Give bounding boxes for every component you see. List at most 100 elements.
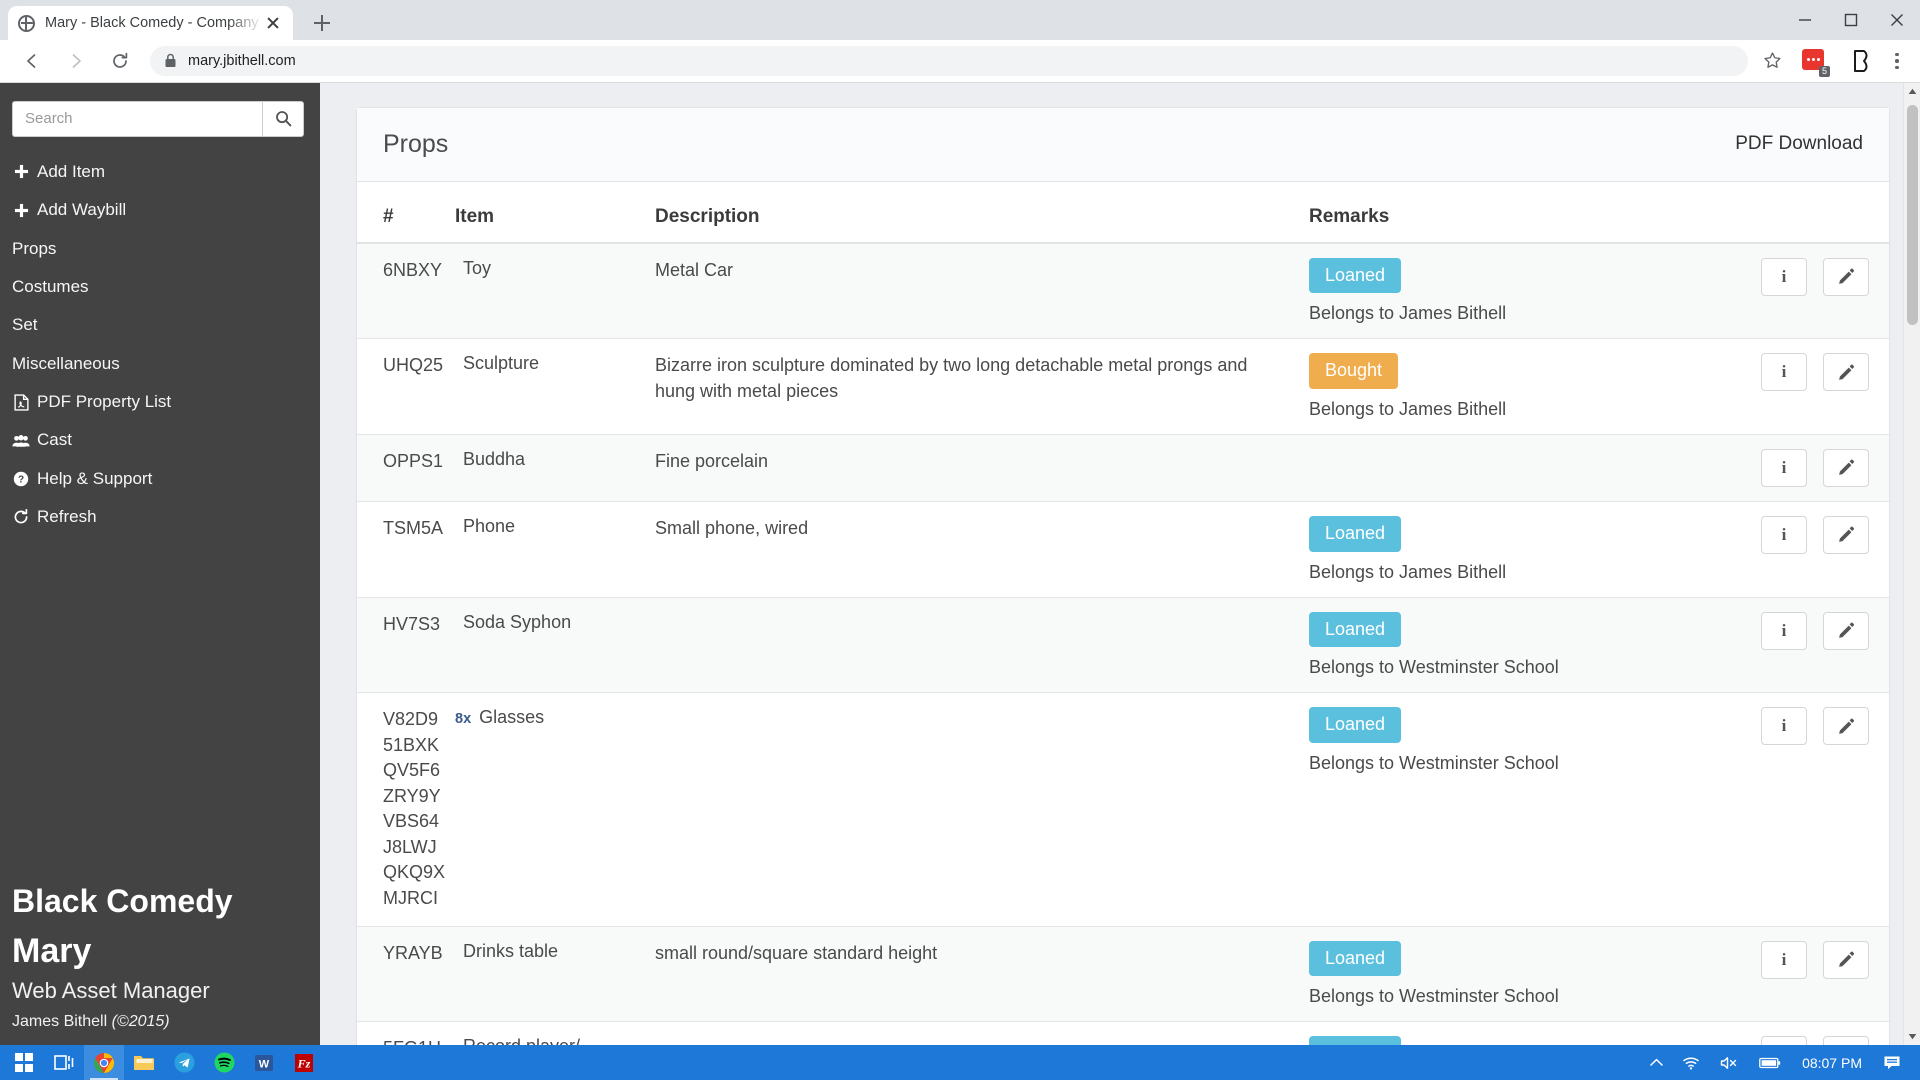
browser-tab[interactable]: Mary - Black Comedy - Company <box>8 6 293 40</box>
pencil-icon <box>1838 951 1854 967</box>
chrome-icon <box>93 1052 115 1073</box>
item-ids: 6NBXY <box>383 259 443 280</box>
taskbar: W Fz 08:07 PM <box>0 1045 1920 1080</box>
forward-arrow-icon[interactable] <box>59 44 93 78</box>
reload-icon[interactable] <box>103 44 137 78</box>
search-input[interactable] <box>12 100 262 137</box>
start-button[interactable] <box>4 1045 44 1080</box>
telegram-icon <box>174 1052 194 1073</box>
edit-button[interactable] <box>1823 707 1869 746</box>
bookmark-star-icon[interactable] <box>1758 47 1786 75</box>
item-description: Small phone, wired <box>655 517 809 538</box>
clock[interactable]: 08:07 PM <box>1792 1055 1872 1071</box>
info-button[interactable]: i <box>1761 448 1807 487</box>
battery-icon[interactable] <box>1750 1045 1790 1080</box>
edit-button[interactable] <box>1823 611 1869 650</box>
pencil-icon <box>1838 622 1854 638</box>
url-input[interactable] <box>188 52 1734 69</box>
sidebar-item-costumes[interactable]: Costumes <box>0 268 320 306</box>
sidebar-item-label: Cast <box>37 430 72 450</box>
address-bar[interactable] <box>150 45 1748 76</box>
belongs-to-text: Belongs to James Bithell <box>1309 398 1507 419</box>
sidebar-item-cast[interactable]: Cast <box>0 421 320 459</box>
back-arrow-icon[interactable] <box>15 44 49 78</box>
info-button[interactable]: i <box>1761 515 1807 554</box>
sidebar-nav: Add Item Add Waybill Props Costumes Set <box>0 153 320 537</box>
item-name: Drinks table <box>463 940 559 961</box>
notifications-icon[interactable] <box>1874 1045 1910 1080</box>
wifi-icon[interactable] <box>1674 1045 1709 1080</box>
column-header-actions <box>1669 181 1889 244</box>
minimize-button[interactable] <box>1782 0 1828 40</box>
status-badge: Loaned <box>1309 940 1402 977</box>
item-description: Bizarre iron sculpture dominated by two … <box>655 355 1248 401</box>
sidebar-item-add-waybill[interactable]: Add Waybill <box>0 191 320 229</box>
pdf-download-link[interactable]: PDF Download <box>1735 133 1863 155</box>
sidebar-item-refresh[interactable]: Refresh <box>0 498 320 536</box>
edit-button[interactable] <box>1823 1036 1869 1045</box>
sidebar-item-pdf-property-list[interactable]: PDF Property List <box>0 383 320 421</box>
info-button[interactable]: i <box>1761 611 1807 650</box>
row-actions: i <box>1679 611 1879 650</box>
row-actions: i <box>1679 353 1879 392</box>
table-row: YRAYB Drinks table small round/square st… <box>357 925 1889 1022</box>
extension-icon[interactable]: 5 <box>1802 48 1830 77</box>
item-ids: V82D9 51BXK QV5F6 ZRY9Y VBS64 J8LWJ QKQ9… <box>383 709 446 908</box>
info-button[interactable]: i <box>1761 940 1807 979</box>
sidebar-item-label: Costumes <box>12 276 89 296</box>
sidebar-item-add-item[interactable]: Add Item <box>0 153 320 191</box>
sidebar-item-label: Props <box>12 238 57 258</box>
scroll-down-icon[interactable] <box>1904 1028 1920 1045</box>
belongs-to-text: Belongs to James Bithell <box>1309 303 1507 324</box>
volume-muted-icon[interactable] <box>1711 1045 1748 1080</box>
page-scrollbar[interactable] <box>1903 82 1920 1045</box>
table-row: TSM5A Phone Small phone, wired Loaned Be… <box>357 500 1889 598</box>
show-hidden-icons-icon[interactable] <box>1641 1045 1672 1080</box>
taskbar-app-chrome[interactable] <box>84 1045 124 1080</box>
table-header-row: # Item Description Remarks <box>357 181 1889 244</box>
item-name: Buddha <box>463 448 526 469</box>
pencil-icon <box>1838 268 1854 285</box>
info-icon: i <box>1781 457 1787 477</box>
new-tab-button[interactable] <box>305 6 339 40</box>
sidebar-item-miscellaneous[interactable]: Miscellaneous <box>0 345 320 383</box>
scrollbar-thumb[interactable] <box>1907 104 1918 325</box>
maximize-button[interactable] <box>1828 0 1874 40</box>
item-ids: HV7S3 <box>383 613 441 634</box>
sidebar-item-props[interactable]: Props <box>0 230 320 268</box>
brave-icon[interactable] <box>1846 46 1876 76</box>
task-view-icon <box>54 1054 74 1070</box>
scroll-up-icon[interactable] <box>1904 83 1920 100</box>
search-button[interactable] <box>262 100 304 137</box>
browser-toolbar: 5 <box>0 40 1920 83</box>
taskbar-app-filezilla[interactable]: Fz <box>284 1045 324 1080</box>
item-ids: TSM5A <box>383 517 444 538</box>
status-badge: Bought <box>1309 353 1399 389</box>
item-name: Phone <box>463 515 516 536</box>
sidebar-item-set[interactable]: Set <box>0 306 320 344</box>
sidebar-item-label: Miscellaneous <box>12 353 120 373</box>
item-ids: 5FG1H <box>383 1038 441 1045</box>
tab-close-icon[interactable] <box>263 13 283 33</box>
taskbar-app-file-explorer[interactable] <box>124 1045 164 1080</box>
belongs-to-text: Belongs to Westminster School <box>1309 986 1559 1007</box>
info-button[interactable]: i <box>1761 353 1807 392</box>
edit-button[interactable] <box>1823 353 1869 392</box>
kebab-menu-icon[interactable] <box>1884 46 1910 76</box>
edit-button[interactable] <box>1823 515 1869 554</box>
taskbar-app-spotify[interactable] <box>204 1045 244 1080</box>
close-window-button[interactable] <box>1874 0 1920 40</box>
info-icon: i <box>1781 620 1787 640</box>
taskbar-app-word[interactable]: W <box>244 1045 284 1080</box>
info-button[interactable]: i <box>1761 707 1807 746</box>
edit-button[interactable] <box>1823 257 1869 296</box>
sidebar-item-help-support[interactable]: ? Help & Support <box>0 460 320 498</box>
taskbar-app-telegram[interactable] <box>164 1045 204 1080</box>
item-quantity: 8x <box>455 711 472 728</box>
info-button[interactable]: i <box>1761 257 1807 296</box>
task-view-button[interactable] <box>44 1045 84 1080</box>
edit-button[interactable] <box>1823 448 1869 487</box>
table-row: 6NBXY Toy Metal Car Loaned Belongs to Ja… <box>357 242 1889 339</box>
info-button[interactable]: i <box>1761 1036 1807 1045</box>
edit-button[interactable] <box>1823 940 1869 979</box>
